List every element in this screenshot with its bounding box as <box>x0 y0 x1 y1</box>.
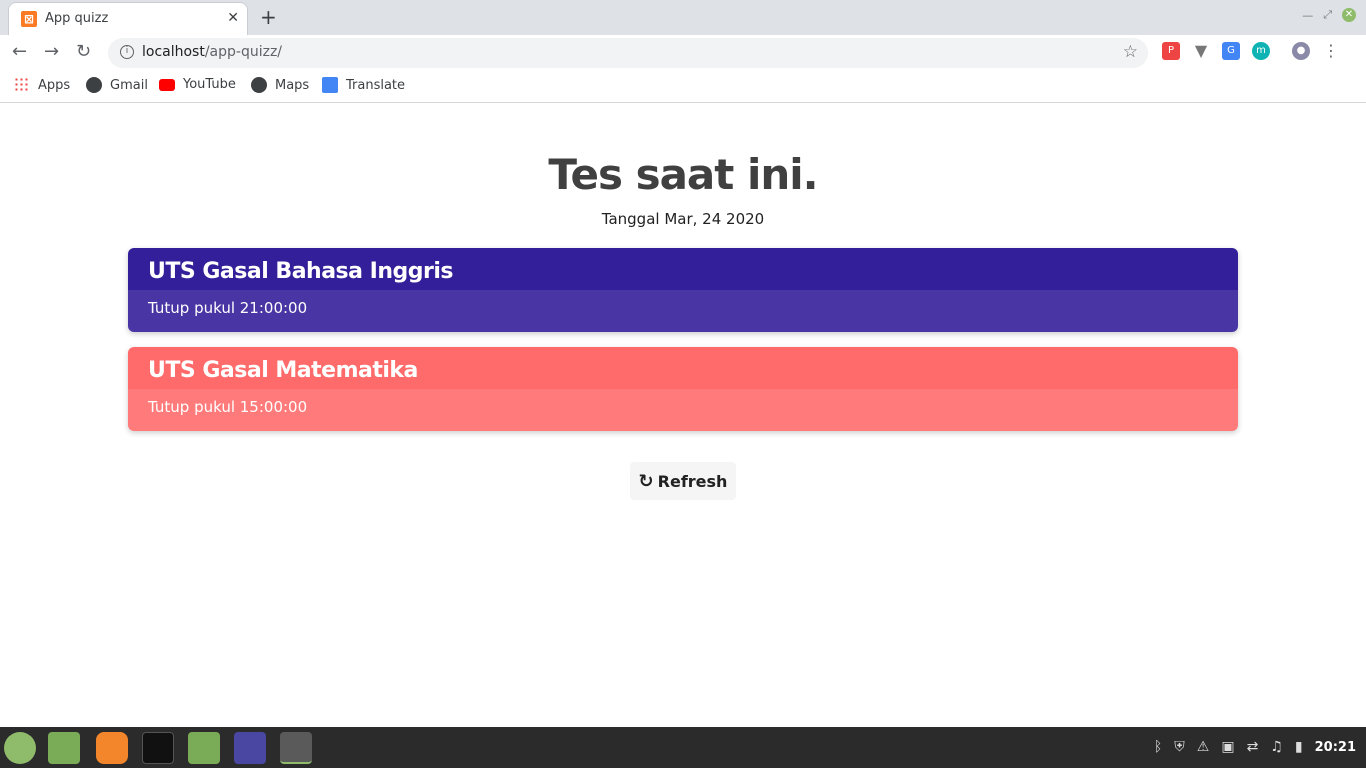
back-icon[interactable]: ← <box>12 41 27 62</box>
tab-strip: ⊠ App quizz ✕ + — ⤢ ✕ <box>0 0 1366 35</box>
page-date: Tanggal Mar, 24 2020 <box>601 210 765 228</box>
info-icon[interactable]: i <box>120 45 134 59</box>
refresh-button[interactable]: ↻ Refresh <box>630 462 736 500</box>
taskbar: ᛒ ⛨ ⚠ ▣ ⇄ ♫ ▮ 20:21 <box>0 727 1366 768</box>
vue-devtools-icon[interactable]: ▼ <box>1192 42 1210 60</box>
terminal-icon[interactable] <box>142 732 174 764</box>
chrome-icon[interactable] <box>280 732 312 764</box>
mendeley-extension-icon[interactable]: m <box>1252 42 1270 60</box>
globe-icon <box>251 77 267 93</box>
bookmark-gmail[interactable]: Gmail <box>86 77 148 93</box>
xampp-favicon-icon: ⊠ <box>21 11 37 27</box>
profile-avatar[interactable]: ● <box>1292 42 1310 60</box>
bookmark-translate[interactable]: Translate <box>322 77 405 93</box>
translate-extension-icon[interactable]: G <box>1222 42 1240 60</box>
quiz-card-title: UTS Gasal Matematika <box>128 347 1238 389</box>
tab-title: App quizz <box>45 11 109 26</box>
quiz-card-title: UTS Gasal Bahasa Inggris <box>128 248 1238 290</box>
menu-icon[interactable]: ⋮ <box>1322 42 1340 60</box>
bookmarks-bar: Apps Gmail YouTube Maps Translate <box>0 70 1366 103</box>
quiz-card-matematika[interactable]: UTS Gasal Matematika Tutup pukul 15:00:0… <box>128 347 1238 431</box>
minimize-button[interactable]: — <box>1302 9 1313 22</box>
clock[interactable]: 20:21 <box>1315 740 1356 755</box>
battery-icon[interactable]: ▮ <box>1295 739 1303 755</box>
forward-icon[interactable]: → <box>44 41 59 62</box>
url-text: localhost/app-quizz/ <box>142 44 283 60</box>
quiz-card-close-time: Tutup pukul 21:00:00 <box>128 290 1238 332</box>
clipboard-icon[interactable]: ▣ <box>1221 739 1234 755</box>
refresh-icon: ↻ <box>638 470 654 492</box>
bookmark-maps[interactable]: Maps <box>251 77 309 93</box>
network-icon[interactable]: ⇄ <box>1247 739 1259 755</box>
show-desktop-icon[interactable] <box>48 732 80 764</box>
quiz-card-bahasa-inggris[interactable]: UTS Gasal Bahasa Inggris Tutup pukul 21:… <box>128 248 1238 332</box>
sound-icon[interactable]: ♫ <box>1270 739 1283 755</box>
browser-toolbar: ← → ↻ i localhost/app-quizz/ ☆ P ▼ G m ●… <box>0 35 1366 70</box>
close-window-button[interactable]: ✕ <box>1342 8 1356 22</box>
shield-icon[interactable]: ⛨ <box>1174 739 1185 755</box>
tab-close-icon[interactable]: ✕ <box>227 10 239 26</box>
page-title: Tes saat ini. <box>548 150 818 199</box>
globe-icon <box>86 77 102 93</box>
apps-grid-icon <box>14 77 30 93</box>
youtube-icon <box>159 78 175 91</box>
page-content: Tes saat ini. Tanggal Mar, 24 2020 UTS G… <box>0 104 1366 727</box>
new-tab-button[interactable]: + <box>260 5 277 29</box>
refresh-label: Refresh <box>657 471 728 491</box>
media-player-icon[interactable] <box>234 732 266 764</box>
warning-icon[interactable]: ⚠ <box>1197 739 1210 755</box>
pdf-extension-icon[interactable]: P <box>1162 42 1180 60</box>
quiz-card-close-time: Tutup pukul 15:00:00 <box>128 389 1238 431</box>
firefox-icon[interactable] <box>96 732 128 764</box>
files-icon[interactable] <box>188 732 220 764</box>
translate-icon <box>322 77 338 93</box>
bluetooth-icon[interactable]: ᛒ <box>1154 739 1162 755</box>
reload-icon[interactable]: ↻ <box>76 41 91 62</box>
bookmark-apps[interactable]: Apps <box>14 77 70 93</box>
tab-app-quizz[interactable]: ⊠ App quizz ✕ <box>8 2 248 35</box>
mint-menu-icon[interactable] <box>4 732 36 764</box>
address-bar[interactable]: i localhost/app-quizz/ ☆ <box>108 38 1148 68</box>
bookmark-star-icon[interactable]: ☆ <box>1123 42 1138 62</box>
bookmark-youtube[interactable]: YouTube <box>159 77 236 92</box>
restore-button[interactable]: ⤢ <box>1323 8 1332 22</box>
